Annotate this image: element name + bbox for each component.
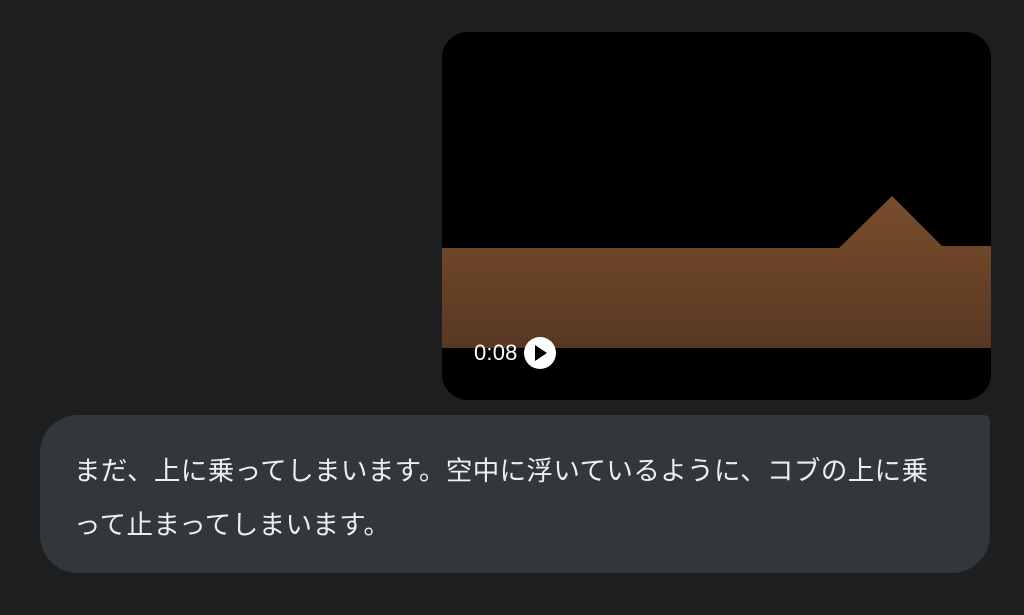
- video-attachment[interactable]: 0:08: [442, 32, 991, 400]
- play-icon: [535, 345, 548, 361]
- message-bubble: まだ、上に乗ってしまいます。空中に浮いているように、コブの上に乗って止まってしま…: [40, 415, 990, 573]
- video-duration: 0:08: [474, 340, 518, 365]
- message-text: まだ、上に乗ってしまいます。空中に浮いているように、コブの上に乗って止まってしま…: [74, 456, 929, 541]
- play-button[interactable]: [523, 337, 556, 369]
- chat-thread: 0:08 まだ、上に乗ってしまいます。空中に浮いているように、コブの上に乗って止…: [0, 0, 1024, 615]
- video-controls: 0:08: [474, 336, 556, 370]
